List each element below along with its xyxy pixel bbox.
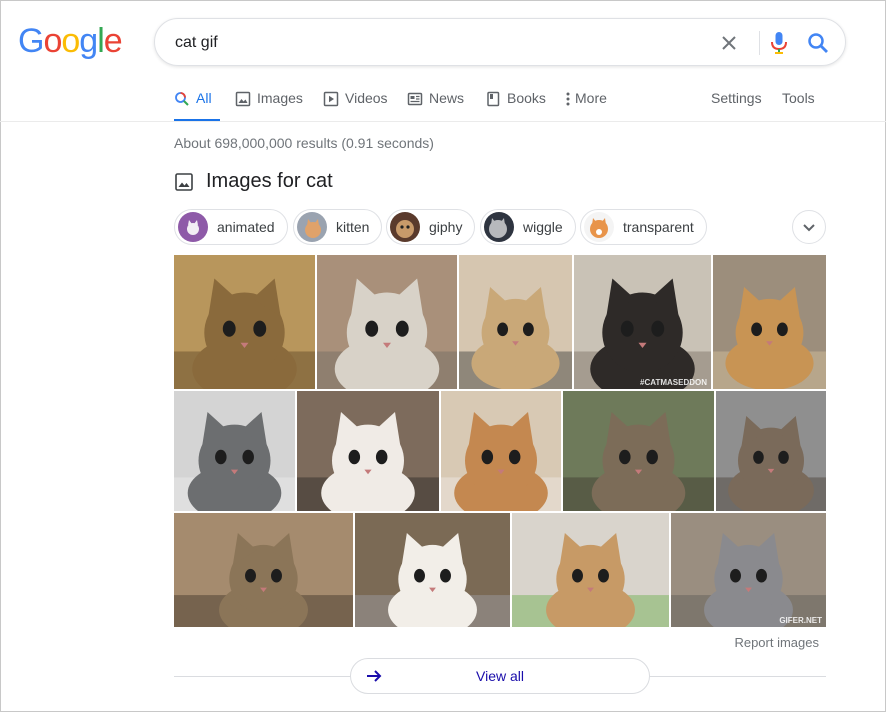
chevron-down-icon bbox=[803, 224, 815, 232]
tab-all[interactable]: All bbox=[174, 80, 220, 122]
cat-photo bbox=[459, 255, 572, 389]
cat-image-1[interactable] bbox=[174, 255, 315, 389]
cat-photo bbox=[512, 513, 669, 627]
search-input[interactable] bbox=[175, 31, 695, 55]
cat-image-11[interactable] bbox=[174, 513, 353, 627]
tab-label: Images bbox=[257, 90, 303, 106]
images-heading[interactable]: Images for cat bbox=[174, 170, 333, 193]
logo-letter: G bbox=[18, 22, 44, 60]
voice-search-button[interactable] bbox=[767, 30, 791, 56]
clear-button[interactable] bbox=[717, 31, 741, 55]
cat-photo bbox=[563, 391, 714, 511]
tile-caption: GIFER.NET bbox=[779, 616, 822, 625]
logo-letter: e bbox=[103, 22, 123, 60]
logo-letter: o bbox=[61, 22, 80, 60]
view-all-button[interactable]: View all bbox=[350, 658, 650, 694]
images-heading-text: Images for cat bbox=[206, 170, 333, 192]
tab-more[interactable]: More bbox=[563, 80, 607, 122]
chip-wiggle[interactable]: wiggle bbox=[480, 209, 576, 245]
cat-image-8[interactable] bbox=[441, 391, 561, 511]
tab-news[interactable]: News bbox=[407, 80, 464, 122]
close-icon bbox=[722, 36, 736, 50]
cat-photo bbox=[174, 513, 353, 627]
search-icon bbox=[808, 33, 828, 53]
view-all-label: View all bbox=[476, 668, 524, 684]
logo-letter: o bbox=[43, 22, 62, 60]
logo-letter: g bbox=[79, 22, 98, 60]
search-button[interactable] bbox=[805, 30, 831, 56]
cat-photo bbox=[355, 513, 510, 627]
chip-thumbnail bbox=[390, 212, 420, 242]
search-icon bbox=[175, 92, 189, 106]
result-stats: About 698,000,000 results (0.91 seconds) bbox=[174, 135, 434, 151]
chip-animated[interactable]: animated bbox=[174, 209, 288, 245]
report-images-link[interactable]: Report images bbox=[734, 635, 819, 650]
cat-photo bbox=[716, 391, 826, 511]
chip-label: animated bbox=[217, 219, 275, 235]
tab-label: More bbox=[575, 90, 607, 106]
cat-image-5[interactable] bbox=[713, 255, 826, 389]
cat-image-13[interactable] bbox=[512, 513, 669, 627]
chip-label: kitten bbox=[336, 219, 370, 235]
chip-giphy[interactable]: giphy bbox=[386, 209, 476, 245]
chip-transparent[interactable]: transparent bbox=[580, 209, 707, 245]
cat-photo bbox=[297, 391, 439, 511]
cat-photo bbox=[174, 255, 315, 389]
play-icon bbox=[323, 91, 339, 107]
chip-thumbnail bbox=[584, 212, 614, 242]
cat-photo bbox=[174, 391, 295, 511]
mic-icon bbox=[771, 32, 787, 54]
news-icon bbox=[407, 92, 423, 106]
tile-caption: #CATMASEDDON bbox=[640, 378, 707, 387]
header-divider bbox=[0, 121, 886, 122]
cat-photo bbox=[317, 255, 457, 389]
more-vert-icon bbox=[566, 92, 570, 106]
searchbox-divider bbox=[759, 31, 760, 55]
tab-label: Videos bbox=[345, 90, 388, 106]
tab-label: News bbox=[429, 90, 465, 106]
cat-photo bbox=[441, 391, 561, 511]
image-icon bbox=[235, 91, 251, 107]
chip-label: transparent bbox=[623, 219, 694, 235]
google-logo[interactable]: Google bbox=[18, 22, 123, 61]
cat-photo: #CATMASEDDON bbox=[574, 255, 711, 389]
tools-label: Tools bbox=[782, 90, 815, 106]
tab-videos[interactable]: Videos bbox=[323, 80, 388, 122]
chip-label: wiggle bbox=[523, 219, 563, 235]
arrow-right-icon bbox=[367, 670, 382, 682]
tab-books[interactable]: Books bbox=[485, 80, 546, 122]
cat-image-9[interactable] bbox=[563, 391, 714, 511]
search-box[interactable] bbox=[154, 18, 846, 66]
tab-label: Books bbox=[507, 90, 546, 106]
cat-image-6[interactable] bbox=[174, 391, 295, 511]
chip-kitten[interactable]: kitten bbox=[293, 209, 383, 245]
cat-photo: GIFER.NET bbox=[671, 513, 826, 627]
chips-expand-button[interactable] bbox=[792, 210, 826, 244]
settings-link[interactable]: Settings bbox=[711, 80, 762, 122]
search-tabs: All Images Videos News Books More Settin… bbox=[164, 80, 844, 122]
cat-image-10[interactable] bbox=[716, 391, 826, 511]
cat-image-14[interactable]: GIFER.NET bbox=[671, 513, 826, 627]
chip-thumbnail bbox=[178, 212, 208, 242]
cat-image-7[interactable] bbox=[297, 391, 439, 511]
image-icon bbox=[175, 172, 193, 191]
cat-image-3[interactable] bbox=[459, 255, 572, 389]
cat-photo bbox=[713, 255, 826, 389]
cat-image-2[interactable] bbox=[317, 255, 457, 389]
chip-thumbnail bbox=[297, 212, 327, 242]
chip-label: giphy bbox=[429, 219, 463, 235]
cat-image-12[interactable] bbox=[355, 513, 510, 627]
tab-label: All bbox=[196, 90, 212, 106]
tools-link[interactable]: Tools bbox=[782, 80, 815, 122]
settings-label: Settings bbox=[711, 90, 762, 106]
book-icon bbox=[487, 91, 500, 107]
cat-image-4[interactable]: #CATMASEDDON bbox=[574, 255, 711, 389]
tab-images[interactable]: Images bbox=[235, 80, 303, 122]
chip-thumbnail bbox=[484, 212, 514, 242]
